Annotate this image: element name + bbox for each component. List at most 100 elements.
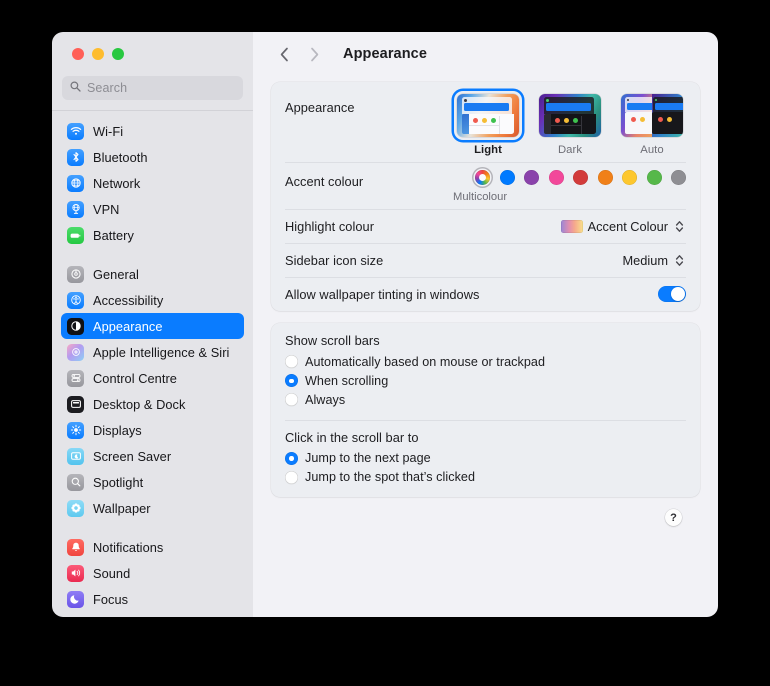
appearance-label: Appearance: [285, 100, 355, 115]
back-button[interactable]: [271, 41, 297, 67]
sidebar-group-alerts: Notifications Sound Focus: [52, 534, 253, 612]
sidebar-item-appearance[interactable]: Appearance: [61, 313, 244, 339]
control-centre-icon: [67, 369, 84, 387]
wallpaper-tinting-row: Allow wallpaper tinting in windows: [271, 277, 700, 311]
scroll-bar-click-group: Click in the scroll bar to Jump to the n…: [271, 419, 700, 498]
accent-swatch-graphite[interactable]: [671, 170, 686, 185]
sidebar-nav: Wi-Fi Bluetooth Network VPN Battery Gene…: [52, 111, 253, 617]
accent-swatch-yellow[interactable]: [622, 170, 637, 185]
highlight-colour-row: Highlight colour Accent Colour: [271, 209, 700, 243]
appearance-contrast-icon: [67, 317, 84, 335]
screen-saver-icon: [67, 447, 84, 465]
accent-swatch-green[interactable]: [646, 170, 662, 185]
sidebar-icon-size-popup[interactable]: Medium: [622, 251, 686, 269]
sidebar-item-apple-intelligence-siri[interactable]: Apple Intelligence & Siri: [61, 339, 244, 365]
page-title: Appearance: [343, 46, 428, 62]
radio-button[interactable]: [285, 355, 298, 369]
show-scroll-bars-group: Show scroll bars Automatically based on …: [271, 323, 700, 420]
radio-option-jump-to-spot[interactable]: Jump to the spot that’s clicked: [285, 469, 686, 487]
radio-option-when-scrolling[interactable]: When scrolling: [285, 372, 686, 390]
sidebar: Search Wi-Fi Bluetooth Network VPN Batte…: [52, 32, 253, 617]
sidebar-item-wi-fi[interactable]: Wi-Fi: [61, 118, 244, 144]
theme-option-dark[interactable]: Dark: [536, 91, 604, 156]
sidebar-item-label: Sound: [93, 565, 131, 581]
settings-body: Appearance Light Dark Auto Accent colour…: [253, 76, 718, 617]
theme-option-auto[interactable]: Auto: [618, 91, 686, 156]
sidebar-item-label: Spotlight: [93, 474, 144, 490]
sidebar-item-screen-saver[interactable]: Screen Saver: [61, 443, 244, 469]
network-globe-icon: [67, 174, 84, 192]
minimize-button[interactable]: [92, 48, 104, 60]
sidebar-item-notifications[interactable]: Notifications: [61, 534, 244, 560]
accent-swatch-red[interactable]: [573, 170, 588, 185]
sidebar-item-spotlight[interactable]: Spotlight: [61, 469, 244, 495]
accent-swatch-blue[interactable]: [499, 170, 515, 185]
battery-icon: [67, 226, 84, 244]
sidebar-item-accessibility[interactable]: Accessibility: [61, 287, 244, 313]
sidebar-item-label: Wi-Fi: [93, 123, 124, 139]
sidebar-item-general[interactable]: General: [61, 261, 244, 287]
sidebar-item-network[interactable]: Network: [61, 170, 244, 196]
sidebar-item-label: Desktop & Dock: [93, 396, 186, 412]
radio-button[interactable]: [285, 393, 298, 407]
sidebar-item-label: Focus: [93, 591, 129, 607]
theme-option-light[interactable]: Light: [454, 91, 522, 156]
sidebar-item-wallpaper[interactable]: Wallpaper: [61, 495, 244, 521]
sidebar-item-vpn[interactable]: VPN: [61, 196, 244, 222]
sidebar-item-focus[interactable]: Focus: [61, 586, 244, 612]
sidebar-item-label: Notifications: [93, 539, 164, 555]
theme-options: Light Dark Auto: [454, 91, 686, 156]
show-scroll-bars-heading: Show scroll bars: [285, 333, 380, 348]
sidebar-item-label: Appearance: [93, 318, 163, 334]
search-placeholder: Search: [87, 81, 128, 95]
forward-button[interactable]: [301, 41, 327, 67]
wallpaper-flower-icon: [67, 499, 84, 517]
radio-button[interactable]: [285, 374, 298, 388]
traffic-lights: [52, 32, 253, 76]
help-button[interactable]: ?: [665, 509, 682, 526]
accent-swatches: [475, 170, 686, 185]
radio-button[interactable]: [285, 470, 298, 484]
radio-button[interactable]: [285, 451, 298, 465]
radio-label: Jump to the next page: [305, 451, 431, 466]
radio-option-always[interactable]: Always: [285, 391, 686, 409]
highlight-colour-label: Highlight colour: [285, 218, 375, 234]
search-input[interactable]: Search: [62, 76, 243, 100]
accent-colour-label: Accent colour: [285, 174, 364, 189]
desktop-dock-icon: [67, 395, 84, 413]
search-container: Search: [52, 76, 253, 110]
focus-moon-icon: [67, 590, 84, 608]
sidebar-item-control-centre[interactable]: Control Centre: [61, 365, 244, 391]
accent-swatch-pink[interactable]: [548, 170, 564, 185]
sidebar-item-displays[interactable]: Displays: [61, 417, 244, 443]
accent-swatch-orange[interactable]: [597, 170, 613, 185]
wallpaper-tinting-toggle[interactable]: [658, 285, 686, 303]
close-button[interactable]: [72, 48, 84, 60]
highlight-colour-popup[interactable]: Accent Colour: [560, 217, 686, 235]
theme-name: Light: [474, 144, 502, 156]
accent-caption: Multicolour: [453, 191, 508, 203]
radio-option-jump-next-page[interactable]: Jump to the next page: [285, 450, 686, 468]
sidebar-icon-size-row: Sidebar icon size Medium: [271, 243, 700, 277]
dark-theme-preview: [539, 94, 601, 137]
theme-name: Dark: [557, 144, 583, 156]
sidebar-item-desktop-dock[interactable]: Desktop & Dock: [61, 391, 244, 417]
light-theme-preview: [457, 94, 519, 137]
sidebar-item-bluetooth[interactable]: Bluetooth: [61, 144, 244, 170]
theme-thumb-frame: [536, 91, 604, 140]
radio-option-automatically[interactable]: Automatically based on mouse or trackpad: [285, 353, 686, 371]
accent-swatch-multicolour[interactable]: [475, 170, 490, 185]
accessibility-icon: [67, 291, 84, 309]
radio-label: Always: [305, 392, 346, 407]
sidebar-item-label: Screen Saver: [93, 448, 172, 464]
auto-theme-preview: [621, 94, 683, 137]
vpn-icon: [67, 200, 84, 218]
sidebar-item-sound[interactable]: Sound: [61, 560, 244, 586]
zoom-button[interactable]: [112, 48, 124, 60]
sidebar-item-battery[interactable]: Battery: [61, 222, 244, 248]
sidebar-item-label: Battery: [93, 227, 134, 243]
radio-label: Automatically based on mouse or trackpad: [305, 354, 546, 369]
accent-swatch-purple[interactable]: [524, 170, 539, 185]
